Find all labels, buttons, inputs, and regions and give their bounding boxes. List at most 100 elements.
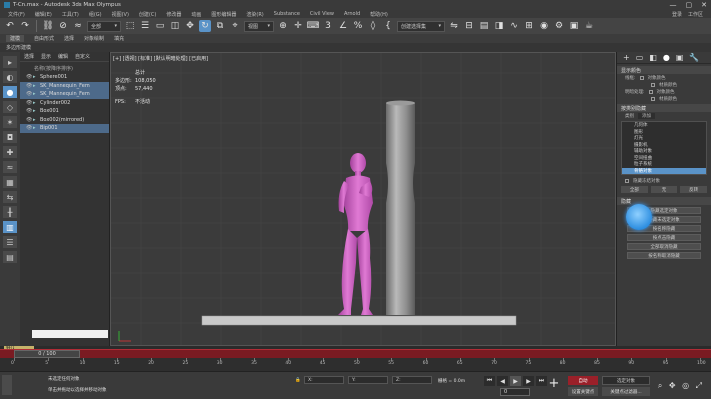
category-all-button[interactable]: 全部	[621, 186, 648, 193]
ribbon-tab-modeling[interactable]: 建模	[6, 35, 25, 42]
time-slider-thumb[interactable]: 0 / 100	[14, 350, 80, 358]
unhide-all-button[interactable]: 全部取消隐藏	[627, 243, 701, 250]
explorer-cameras-icon[interactable]: ◘	[3, 131, 17, 143]
ribbon-tab-selection[interactable]: 选择	[64, 35, 74, 42]
menu-views[interactable]: 视图(V)	[112, 11, 129, 18]
category-list-item[interactable]: 骨骼对象	[622, 167, 706, 174]
menu-tools[interactable]: 工具(T)	[62, 11, 79, 18]
explorer-groups-icon[interactable]: ▦	[3, 176, 17, 188]
layer-explorer-icon[interactable]: ◨	[493, 20, 505, 32]
go-to-start-icon[interactable]: ⏮	[484, 376, 495, 386]
go-to-end-icon[interactable]: ⏭	[536, 376, 547, 386]
menu-civil-view[interactable]: Civil View	[310, 11, 334, 17]
cylinder-object[interactable]	[386, 101, 415, 315]
menu-modifiers[interactable]: 修改器	[166, 11, 181, 18]
rollout-hide-by-category[interactable]: 按类别隐藏	[617, 104, 711, 112]
undo-icon[interactable]: ↶	[4, 20, 16, 32]
rect-selection-icon[interactable]: ▭	[154, 20, 166, 32]
mirror-icon[interactable]: ⇋	[448, 20, 460, 32]
shaded-object-color-radio[interactable]	[648, 89, 653, 94]
select-by-name-icon[interactable]: ☰	[139, 20, 151, 32]
menu-file[interactable]: 文件(F)	[8, 11, 25, 18]
coord-y-field[interactable]: Y:	[348, 376, 388, 384]
explorer-display-icon[interactable]: ◐	[3, 71, 17, 83]
scene-search-field[interactable]	[32, 330, 108, 338]
menu-graph-editors[interactable]: 图形编辑器	[211, 11, 236, 18]
percent-snap-icon[interactable]: %	[352, 20, 364, 32]
ribbon-tab-freeform[interactable]: 自由形式	[34, 35, 54, 42]
menu-arnold[interactable]: Arnold	[344, 11, 360, 17]
placement-icon[interactable]: ⌖	[229, 20, 241, 32]
scene-list-item[interactable]: 👁 ▸ Bip001	[20, 124, 109, 133]
minimize-button[interactable]: —	[670, 1, 677, 9]
rollout-hide[interactable]: 隐藏	[617, 197, 711, 205]
menu-rendering[interactable]: 渲染(R)	[246, 11, 263, 18]
visibility-eye-icon[interactable]: 👁	[26, 91, 33, 97]
explorer-geometry-icon[interactable]: ●	[3, 86, 17, 98]
scene-list-item[interactable]: 👁 ▸ SK_Mannequin_Fem	[20, 81, 109, 90]
viewport-label[interactable]: [+] [透视] [标准] [默认明暗处理] [已启用]	[113, 55, 208, 62]
explorer-bones-icon[interactable]: ╫	[3, 206, 17, 218]
key-filter-dropdown[interactable]: 选定对象	[602, 376, 650, 385]
redo-icon[interactable]: ↷	[19, 20, 31, 32]
lock-selection-icon[interactable]: 🔒	[292, 376, 301, 384]
visibility-eye-icon[interactable]: 👁	[26, 108, 33, 114]
bind-spacewarp-icon[interactable]: ≈	[72, 20, 84, 32]
scene-list-item[interactable]: 👁 ▸ SK_Mannequin_Fem	[20, 90, 109, 99]
explorer-layers-icon[interactable]: ▤	[3, 251, 17, 263]
explorer-helpers-icon[interactable]: ✚	[3, 146, 17, 158]
play-icon[interactable]: ▶	[510, 376, 521, 386]
create-tab-icon[interactable]: +	[623, 53, 630, 62]
align-icon[interactable]: ⊟	[463, 20, 475, 32]
add-time-tag-icon[interactable]: +	[547, 376, 561, 391]
menu-group[interactable]: 组(G)	[89, 11, 102, 18]
hierarchy-tab-icon[interactable]: ◧	[649, 53, 657, 62]
coord-z-field[interactable]: Z:	[392, 376, 432, 384]
visibility-eye-icon[interactable]: 👁	[26, 74, 33, 80]
explorer-filter-icon[interactable]: ▥	[3, 221, 17, 233]
scene-list-item[interactable]: 👁 ▸ Box002(mirrored)	[20, 116, 109, 125]
unhide-by-name-button[interactable]: 按名称取消隐藏	[627, 252, 701, 259]
pivot-center-icon[interactable]: ⊕	[277, 20, 289, 32]
reference-coord-dropdown[interactable]: 视图 ▾	[244, 20, 274, 32]
previous-frame-icon[interactable]: ◀	[497, 376, 508, 386]
explorer-sort-icon[interactable]: ☰	[3, 236, 17, 248]
toggle-scene-explorer-icon[interactable]: ▤	[478, 20, 490, 32]
render-setup-icon[interactable]: ⚙	[553, 20, 565, 32]
explorer-shapes-icon[interactable]: ◇	[3, 101, 17, 113]
close-button[interactable]: ✕	[701, 1, 707, 9]
sign-in-link[interactable]: 登录	[672, 11, 682, 18]
time-slider-track[interactable]: 0 / 100	[0, 349, 711, 358]
shaded-material-color-radio[interactable]	[651, 96, 655, 101]
select-object-icon[interactable]: ⬚	[124, 20, 136, 32]
scale-icon[interactable]: ⧉	[214, 20, 226, 32]
scene-tab-edit[interactable]: 编辑	[58, 53, 68, 60]
menu-create[interactable]: 创建(C)	[139, 11, 156, 18]
next-frame-icon[interactable]: ▶	[523, 376, 534, 386]
named-selection-dropdown[interactable]: 创建选择集 ▾	[397, 20, 445, 32]
coord-x-field[interactable]: X:	[304, 376, 344, 384]
material-editor-icon[interactable]: ◉	[538, 20, 550, 32]
key-filters-button[interactable]: 关键点过滤器...	[602, 387, 650, 396]
hide-frozen-checkbox[interactable]	[625, 178, 629, 183]
move-icon[interactable]: ✥	[184, 20, 196, 32]
set-key-button[interactable]: 设置关键点	[568, 387, 598, 396]
spinner-snap-icon[interactable]: ◊	[367, 20, 379, 32]
explorer-xrefs-icon[interactable]: ⇆	[3, 191, 17, 203]
maximize-button[interactable]: ▢	[686, 1, 693, 9]
link-icon[interactable]: ⛓	[42, 20, 54, 32]
menu-help[interactable]: 帮助(H)	[370, 11, 388, 18]
scene-list-item[interactable]: 👁 ▸ Sphere001	[20, 73, 109, 82]
scene-tab-customize[interactable]: 自定义	[75, 53, 90, 60]
visibility-eye-icon[interactable]: 👁	[26, 117, 33, 123]
unlink-icon[interactable]: ⊘	[57, 20, 69, 32]
wire-material-color-radio[interactable]	[651, 82, 655, 87]
render-production-icon[interactable]: ☕	[583, 20, 595, 32]
explorer-select-icon[interactable]: ▸	[3, 56, 17, 68]
snaps-toggle-icon[interactable]: 3	[322, 20, 334, 32]
ribbon-tab-populate[interactable]: 填充	[114, 35, 124, 42]
scene-list-item[interactable]: 👁 ▸ Cylinder002	[20, 99, 109, 108]
utilities-tab-icon[interactable]: 🔧	[689, 53, 699, 62]
angle-snap-icon[interactable]: ∠	[337, 20, 349, 32]
scene-column-header[interactable]: 名称(按降序排序)	[20, 62, 109, 73]
